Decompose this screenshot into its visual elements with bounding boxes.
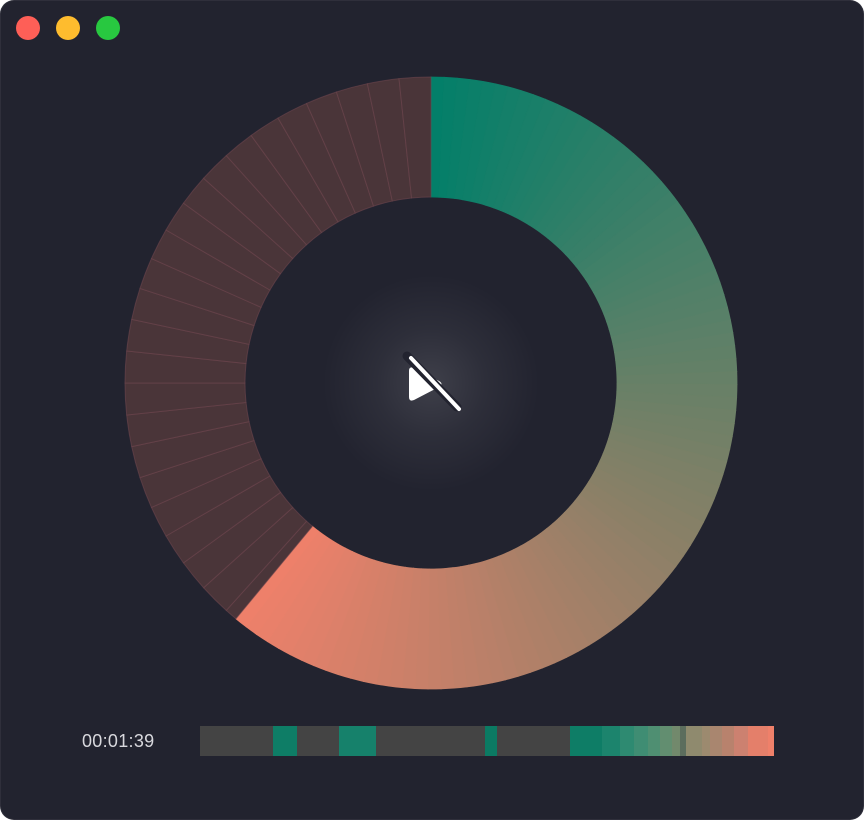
timeline-segment [602, 726, 620, 756]
timeline-segment [748, 726, 768, 756]
timeline-segment [702, 726, 710, 756]
app-window: 00:01:39 [0, 0, 864, 820]
timeline-segment [710, 726, 722, 756]
timeline-scrubber[interactable] [200, 726, 800, 756]
timeline-segment [485, 726, 497, 756]
timeline-segment [768, 726, 774, 756]
timeline-segment [722, 726, 734, 756]
timeline-segment [660, 726, 672, 756]
elapsed-time: 00:01:39 [82, 731, 155, 751]
timeline-segment [672, 726, 680, 756]
timeline-segment [339, 726, 376, 756]
timeline-segment [376, 726, 485, 756]
timeline-segment [620, 726, 634, 756]
timeline-segment [734, 726, 748, 756]
timeline-segment [570, 726, 602, 756]
timeline-segment [686, 726, 702, 756]
timeline-segment [497, 726, 570, 756]
timeline-segment [648, 726, 660, 756]
play-muted-icon [402, 351, 462, 412]
play-button[interactable] [399, 351, 465, 417]
timeline-segment [273, 726, 297, 756]
timeline-segment [200, 726, 273, 756]
timeline-segment [634, 726, 648, 756]
timeline-segment [297, 726, 339, 756]
